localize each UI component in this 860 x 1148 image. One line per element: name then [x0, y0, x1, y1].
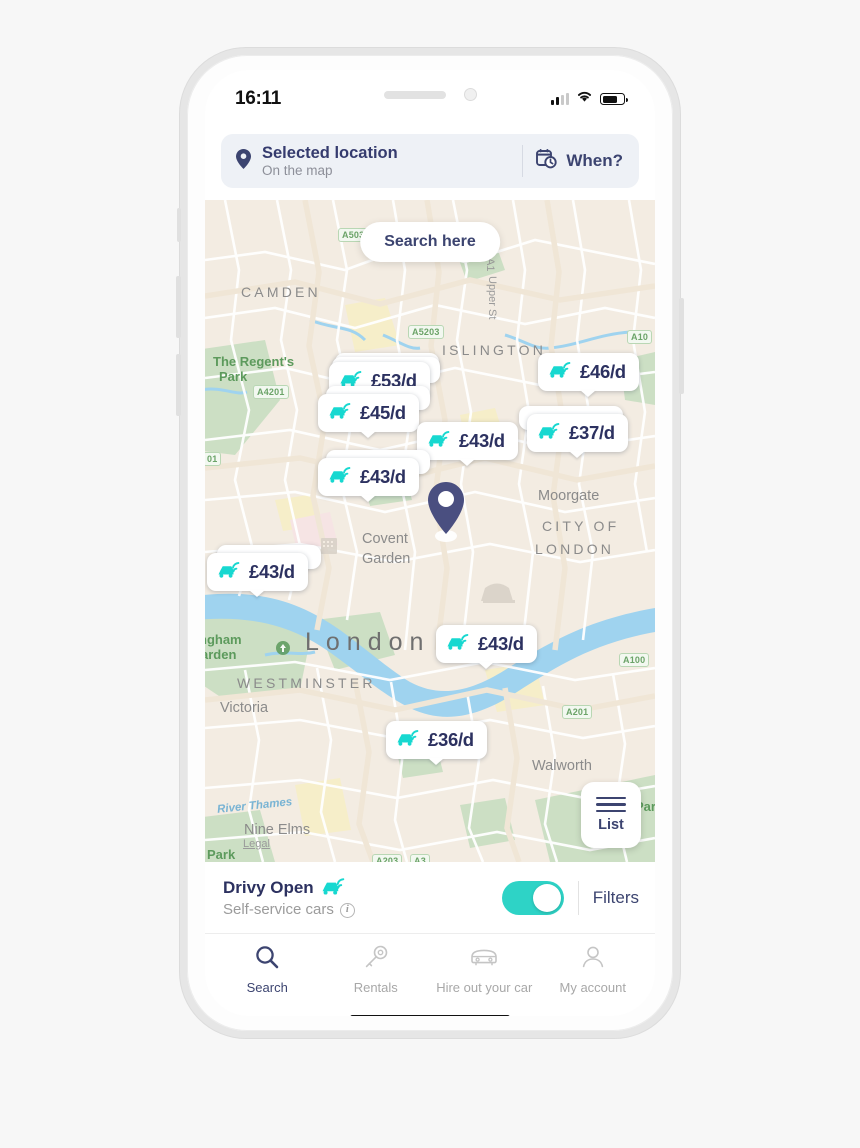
filters-divider [577, 880, 579, 915]
price-pin[interactable]: £36/d [386, 721, 487, 759]
tab-label-rentals: Rentals [353, 980, 398, 995]
price-pin[interactable]: £37/d [527, 414, 628, 452]
connected-car-icon [217, 560, 241, 584]
front-camera-icon [463, 88, 477, 101]
home-indicator[interactable] [350, 1015, 510, 1016]
drivy-open-controls: Filters [501, 880, 639, 915]
drivy-open-title-line: Drivy Open [223, 876, 355, 902]
cellular-bars-icon [551, 93, 569, 105]
location-title: Selected location [262, 144, 398, 163]
info-icon[interactable]: i [339, 902, 355, 918]
price-pin[interactable]: £43/d [207, 553, 308, 591]
tab-hire-out-your-car[interactable]: Hire out your car [430, 944, 539, 995]
when-label: When? [566, 151, 623, 170]
location-subtitle: On the map [262, 162, 333, 178]
speaker-grille [383, 90, 446, 99]
price-pin-amount: £43/d [478, 633, 524, 654]
price-pin-amount: £37/d [569, 422, 615, 443]
status-indicators [551, 90, 628, 108]
connected-car-icon [548, 360, 572, 384]
key-icon [363, 944, 389, 975]
list-lines-icon [596, 796, 626, 813]
car-icon [469, 944, 499, 975]
status-bar: 16:11 [205, 70, 655, 128]
search-icon [254, 944, 280, 975]
price-pin[interactable]: £43/d [417, 422, 518, 460]
connected-car-icon [446, 632, 470, 656]
price-pin-amount: £43/d [459, 430, 505, 451]
calendar-clock-icon [536, 148, 557, 174]
price-pin-amount: £36/d [428, 729, 474, 750]
tab-rentals[interactable]: Rentals [322, 944, 431, 995]
connected-car-icon [328, 465, 352, 489]
list-button-label: List [598, 817, 624, 834]
tab-my-account[interactable]: My account [539, 944, 648, 995]
location-texts: Selected location On the map [262, 144, 398, 178]
drivy-open-title: Drivy Open [223, 877, 314, 897]
tab-bar: Search Rentals Hire out your car My acco… [205, 934, 655, 995]
status-clock: 16:11 [235, 88, 282, 109]
connected-car-icon [321, 876, 346, 902]
search-bar[interactable]: Selected location On the map When? [221, 134, 639, 188]
tab-label-search: Search [246, 980, 288, 995]
battery-icon [600, 93, 628, 105]
price-pin-amount: £45/d [360, 402, 406, 423]
volume-down-button[interactable] [176, 354, 181, 416]
connected-car-icon [427, 429, 451, 453]
tab-label-my-account: My account [559, 980, 626, 995]
connected-car-icon [328, 401, 352, 425]
power-button[interactable] [679, 298, 684, 394]
list-view-button[interactable]: List [581, 782, 641, 848]
phone-screen: 16:11 Selected location On the map When?… [205, 70, 655, 1016]
price-pin-amount: £43/d [249, 561, 295, 582]
tab-label-hire-out-your-car: Hire out your car [436, 980, 533, 995]
map-pin-icon [235, 148, 252, 175]
price-pin[interactable]: £46/d [538, 353, 639, 391]
connected-car-icon [537, 421, 561, 445]
price-pin[interactable]: £43/d [318, 458, 419, 496]
location-field[interactable]: Selected location On the map [221, 134, 522, 188]
volume-up-button[interactable] [176, 276, 181, 338]
drivy-open-subtitle-line: Self-service cars i [223, 901, 355, 919]
drivy-open-subtitle: Self-service cars [223, 901, 334, 919]
price-pin[interactable]: £43/d [436, 625, 537, 663]
drivy-open-toggle[interactable] [501, 880, 564, 915]
screenshot-stage: 16:11 Selected location On the map When?… [0, 0, 860, 1148]
price-pin-amount: £46/d [580, 361, 626, 382]
selected-location-marker-icon [423, 478, 469, 549]
filters-button[interactable]: Filters [593, 888, 639, 908]
connected-car-icon [396, 728, 420, 752]
search-bar-container: Selected location On the map When? [205, 128, 655, 200]
tab-search[interactable]: Search [213, 944, 322, 995]
map-view[interactable]: CAMDEN ISLINGTON Moorgate CITY OF LONDON… [205, 200, 655, 862]
price-pin-amount: £43/d [360, 466, 406, 487]
drivy-open-row: Drivy Open Self-service cars i Filters [205, 862, 655, 934]
search-here-button[interactable]: Search here [360, 222, 500, 262]
wifi-icon [576, 90, 593, 108]
mute-switch[interactable] [177, 208, 181, 242]
drivy-open-texts: Drivy Open Self-service cars i [223, 876, 355, 920]
when-field[interactable]: When? [523, 134, 639, 188]
person-icon [580, 944, 606, 975]
price-pin[interactable]: £45/d [318, 394, 419, 432]
toggle-knob [532, 883, 561, 912]
